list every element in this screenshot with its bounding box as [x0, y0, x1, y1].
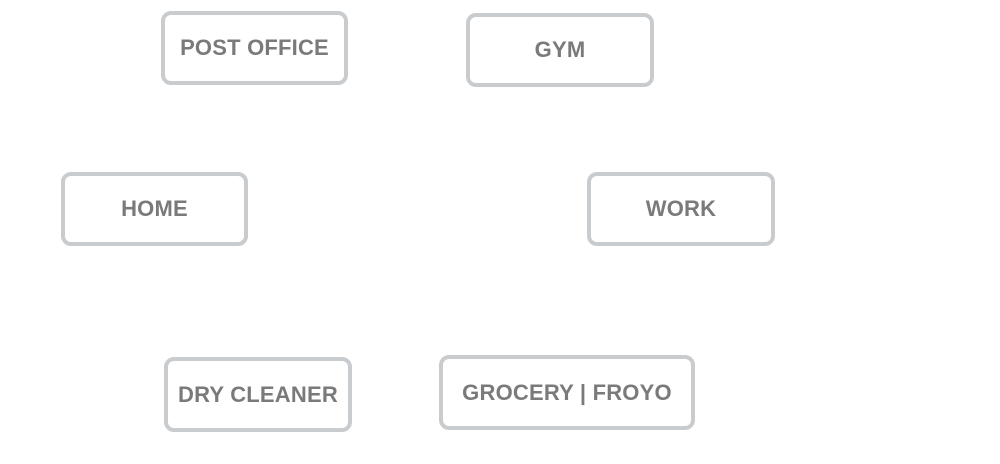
diagram-canvas: POST OFFICE GYM HOME WORK DRY CLEANER GR…: [0, 0, 1000, 464]
node-gym: GYM: [466, 13, 654, 87]
node-post-office: POST OFFICE: [161, 11, 348, 85]
node-label: POST OFFICE: [180, 35, 329, 60]
node-label: HOME: [121, 196, 188, 221]
node-label: GROCERY | FROYO: [462, 379, 672, 405]
node-work: WORK: [587, 172, 775, 246]
node-dry-cleaner: DRY CLEANER: [164, 357, 352, 432]
node-label: GYM: [534, 37, 586, 62]
node-home: HOME: [61, 172, 248, 246]
node-grocery-froyo: GROCERY | FROYO: [439, 355, 695, 430]
node-label: WORK: [645, 196, 717, 221]
node-label: DRY CLEANER: [178, 381, 338, 407]
